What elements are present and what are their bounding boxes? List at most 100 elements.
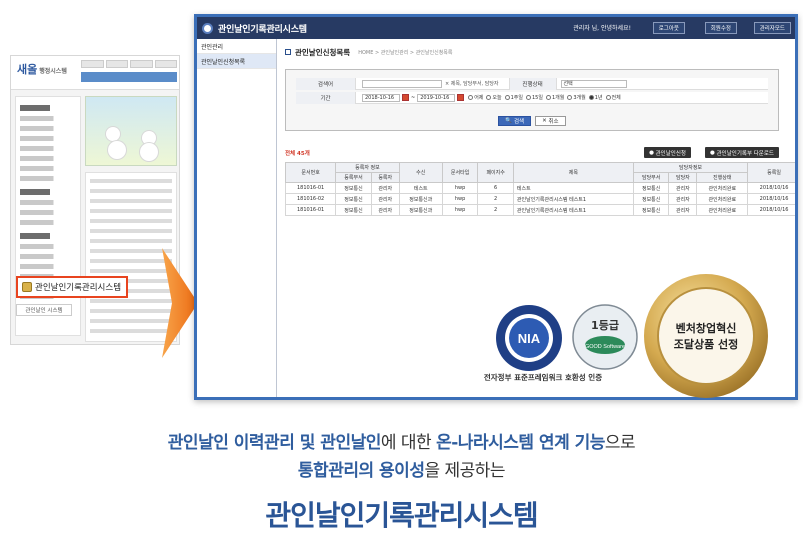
col-group-manager: 담당자정보 bbox=[632, 162, 749, 173]
period-radio[interactable]: 어제 bbox=[468, 94, 483, 101]
col-reg-date: 등록일 bbox=[747, 162, 795, 183]
cell-title[interactable]: 관인날인기록관리시스템 테스트1 bbox=[512, 193, 634, 205]
mini-topnav bbox=[81, 60, 177, 68]
tagline-line-2: 통합관리의 용이성을 제공하는 bbox=[0, 456, 803, 481]
status-label: 진행상태 bbox=[508, 77, 557, 90]
keyword-input[interactable] bbox=[362, 79, 442, 88]
cell-pages: 2 bbox=[477, 204, 514, 216]
search-row-keyword: 검색어 × 제목, 담당부서, 담당자 진행상태 선택 bbox=[296, 77, 768, 90]
new-request-button[interactable]: ● 관인날인신청 bbox=[644, 147, 691, 158]
cell-pages: 6 bbox=[477, 182, 514, 194]
tagline-normal-3: 을 제공하는 bbox=[424, 461, 506, 481]
arrow-right-icon bbox=[162, 248, 198, 358]
table-row[interactable]: 181016-01 정보통신 관리자 테스트 hwp 6 테스트 정보통신 관리… bbox=[284, 182, 795, 194]
cell-reg-date: 2018/10/16 bbox=[747, 204, 795, 216]
period-radio-group: 어제 오늘 1주일 15일 1개월 3개월 1년 전체 bbox=[468, 94, 621, 101]
total-count: 전체 45개 bbox=[285, 151, 310, 157]
cell-pages: 2 bbox=[477, 193, 514, 205]
svg-text:1등급: 1등급 bbox=[591, 319, 619, 332]
period-radio[interactable]: 3개월 bbox=[567, 94, 586, 101]
svg-text:NIA: NIA bbox=[518, 331, 541, 346]
period-radio[interactable]: 전체 bbox=[605, 94, 621, 101]
col-pages: 페이지수 bbox=[477, 162, 514, 183]
certification-caption: 전자정부 표준프레임워크 호환성 인증 bbox=[483, 373, 603, 382]
date-from-input[interactable]: 2018-10-16 bbox=[362, 93, 400, 102]
cell-doc-no: 181016-01 bbox=[284, 204, 337, 216]
cell-status: 관인처리완료 bbox=[696, 182, 749, 194]
promo-page: 새올 행정시스템 관인날인기록관리시스템 관인날인 시스템 관인날인기록관리시스… bbox=[0, 0, 803, 551]
tagline-bold-1: 관인날인 이력관리 및 관인날인 bbox=[167, 433, 382, 453]
cell-mgr-user: 관리자 bbox=[668, 193, 698, 205]
mini-header: 새올 행정시스템 bbox=[11, 56, 179, 90]
cell-reg-dept: 정보통신 bbox=[335, 182, 372, 194]
cell-doc-no: 181016-01 bbox=[284, 182, 337, 194]
calendar-icon[interactable] bbox=[402, 94, 409, 101]
col-mgr-dept: 담당부서 bbox=[632, 172, 670, 183]
window-title: 관인날인기록관리시스템 bbox=[218, 24, 307, 35]
edit-profile-button[interactable]: 회원수정 bbox=[704, 22, 737, 34]
good-software-grade-badge: 1등급 GOOD Software bbox=[572, 304, 638, 370]
cell-mgr-dept: 정보통신 bbox=[632, 193, 670, 205]
breadcrumb: HOME > 관인날인관리 > 관인날인신청목록 bbox=[358, 49, 453, 56]
table-row[interactable]: 181016-01 정보통신 관리자 정보통신과 hwp 2 관인날인기록관리시… bbox=[284, 204, 795, 216]
svg-text:GOOD Software: GOOD Software bbox=[585, 344, 625, 350]
period-radio[interactable]: 1주일 bbox=[504, 94, 523, 101]
col-reg-user: 등록자 bbox=[370, 172, 400, 183]
calendar-icon[interactable] bbox=[457, 94, 465, 101]
cell-mgr-dept: 정보통신 bbox=[632, 182, 670, 194]
sidebar-item-seal-management[interactable]: 관인관리 bbox=[197, 39, 276, 54]
col-reg-dept: 등록부서 bbox=[335, 172, 372, 183]
cell-doc-type: hwp bbox=[441, 204, 479, 216]
cell-title[interactable]: 관인날인기록관리시스템 테스트1 bbox=[512, 204, 634, 216]
sidebar-item-seal-request-list[interactable]: 관인날인신청목록 bbox=[197, 54, 276, 69]
admin-mode-button[interactable]: 관리자모드 bbox=[753, 22, 791, 34]
logout-button[interactable]: 로그아웃 bbox=[652, 22, 685, 34]
search-row-period: 기간 2018-10-16 ~ 2019-10-16 어제 오늘 1주일 15일… bbox=[296, 91, 768, 104]
search-buttons: 🔍 검색 ✕ 취소 bbox=[286, 116, 778, 126]
period-radio[interactable]: 15일 bbox=[526, 94, 543, 101]
document-icon bbox=[22, 282, 32, 292]
mini-system-button[interactable]: 관인날인 시스템 bbox=[16, 304, 72, 316]
mini-banner-image bbox=[85, 96, 177, 166]
svg-text:벤처창업혁신: 벤처창업혁신 bbox=[676, 321, 737, 335]
tagline-normal-1: 에 대한 bbox=[380, 433, 437, 453]
cell-doc-type: hwp bbox=[441, 182, 479, 194]
cell-doc-no: 181016-02 bbox=[284, 193, 337, 205]
col-doc-no: 문서번호 bbox=[284, 162, 337, 183]
col-mgr-user: 담당자 bbox=[668, 172, 698, 183]
app-logo-icon bbox=[202, 22, 213, 34]
window-titlebar: 관인날인기록관리시스템 관리자 님, 안녕하세요! 로그아웃 회원수정 관리자모… bbox=[197, 17, 795, 39]
period-radio[interactable]: 1년 bbox=[588, 94, 603, 101]
period-radio[interactable]: 오늘 bbox=[486, 94, 502, 101]
mini-screenshot: 새올 행정시스템 bbox=[10, 55, 180, 345]
cell-reg-user: 관리자 bbox=[370, 204, 400, 216]
keyword-hint: × 제목, 담당부서, 담당자 bbox=[445, 81, 499, 87]
table-row[interactable]: 181016-02 정보통신 관리자 정보통신과 hwp 2 관인날인기록관리시… bbox=[284, 193, 795, 205]
search-button[interactable]: 🔍 검색 bbox=[498, 116, 532, 126]
period-label: 기간 bbox=[296, 91, 356, 104]
col-recipient: 수신 bbox=[398, 162, 443, 183]
cell-title[interactable]: 테스트 bbox=[512, 182, 634, 194]
request-table: 문서번호 등록자 정보 수신 문서타입 페이지수 제목 담당자정보 등록일 등록… bbox=[284, 162, 795, 216]
product-title: 관인날인기록관리시스템 bbox=[265, 499, 538, 532]
page-title: 관인날인신청목록 bbox=[295, 47, 351, 57]
tagline-bold-3: 통합관리의 용이성 bbox=[297, 461, 425, 481]
cell-reg-dept: 정보통신 bbox=[335, 204, 372, 216]
search-panel: 검색어 × 제목, 담당부서, 담당자 진행상태 선택 기간 2018-10-1… bbox=[285, 69, 779, 131]
date-to-input[interactable]: 2019-10-16 bbox=[417, 93, 456, 102]
mini-system-link[interactable]: 관인날인기록관리시스템 bbox=[16, 276, 128, 298]
tagline-line-1: 관인날인 이력관리 및 관인날인에 대한 온-나라시스템 연계 기능으로 bbox=[0, 428, 803, 453]
cell-reg-date: 2018/10/16 bbox=[747, 182, 795, 194]
venture-procurement-seal: 벤처창업혁신 조달상품 선정 bbox=[644, 274, 768, 398]
svg-text:조달상품 선정: 조달상품 선정 bbox=[674, 337, 739, 351]
cell-recipient: 정보통신과 bbox=[398, 193, 443, 205]
user-greeting: 관리자 님, 안녕하세요! bbox=[573, 25, 631, 32]
download-record-button[interactable]: ● 관인날인기록부 다운로드 bbox=[705, 147, 779, 158]
cancel-button[interactable]: ✕ 취소 bbox=[535, 116, 566, 126]
sidebar: 관인관리 관인날인신청목록 bbox=[197, 39, 277, 397]
period-radio[interactable]: 1개월 bbox=[545, 94, 564, 101]
status-select[interactable]: 선택 bbox=[560, 79, 627, 88]
cell-status: 관인처리완료 bbox=[696, 193, 749, 205]
nia-certification-badge: NIA bbox=[496, 305, 562, 371]
keyword-label: 검색어 bbox=[296, 77, 356, 90]
